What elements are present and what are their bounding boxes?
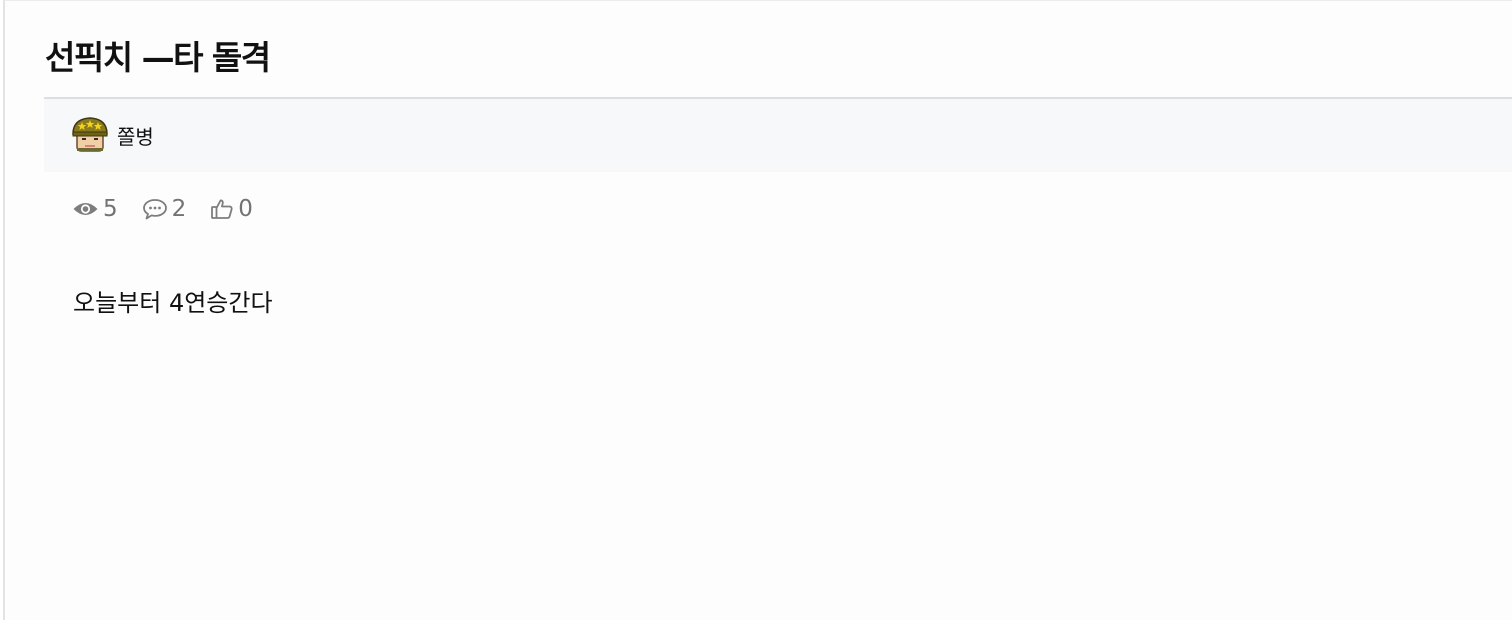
post-stats: 5 2 0: [72, 194, 277, 224]
post-title: 선픽치 —타 돌격: [45, 38, 271, 77]
likes-stat[interactable]: 0: [210, 196, 253, 222]
speech-bubble-icon: [142, 198, 168, 220]
author-name[interactable]: 쫄병: [117, 121, 154, 150]
comments-stat: 2: [142, 196, 187, 222]
post-body: 오늘부터 4연승간다: [73, 289, 273, 317]
views-count: 5: [103, 196, 118, 222]
eye-icon: [72, 200, 99, 218]
post-panel: 선픽치 —타 돌격 쫄병 5 2 0 오늘부터 4연승간다: [3, 0, 1512, 620]
author-bar: 쫄병: [44, 99, 1512, 172]
comments-count: 2: [171, 196, 187, 222]
likes-count: 0: [238, 196, 253, 222]
avatar[interactable]: [70, 115, 110, 155]
views-stat: 5: [72, 196, 118, 222]
thumbs-up-icon[interactable]: [210, 197, 234, 221]
